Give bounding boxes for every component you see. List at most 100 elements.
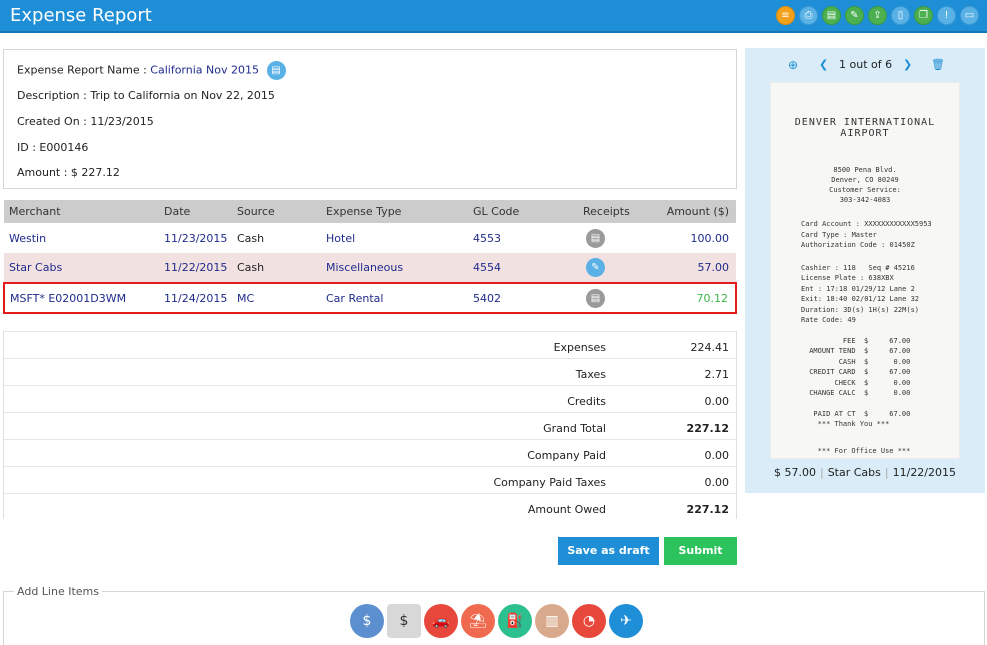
- totals-row-company-paid: Company Paid 0.00: [4, 439, 736, 466]
- cell-merchant: Star Cabs: [4, 253, 159, 283]
- cell-expense-type: Hotel: [326, 231, 356, 245]
- airplane-icon[interactable]: ✈: [609, 604, 643, 638]
- cell-gl-code: 4554: [468, 253, 578, 283]
- cell-source: Cash: [232, 253, 321, 283]
- table-row[interactable]: MSFT* E02001D3WM 11/24/2015 MC Car Renta…: [3, 282, 737, 314]
- report-name-row: Expense Report Name : California Nov 201…: [17, 61, 286, 80]
- company-paid-label: Company Paid: [527, 449, 606, 462]
- cell-expense-type: Miscellaneous: [321, 253, 468, 283]
- taxes-label: Taxes: [575, 368, 606, 381]
- pager-label: 1 out of 6: [839, 58, 893, 71]
- totals-row-company-paid-taxes: Company Paid Taxes 0.00: [4, 466, 736, 493]
- beach-icon[interactable]: ⛱: [461, 604, 495, 638]
- amount-owed-value: 227.12: [686, 503, 729, 516]
- comment-icon[interactable]: ▭: [960, 6, 979, 25]
- document-icon[interactable]: ▯: [891, 6, 910, 25]
- cell-merchant: Westin: [9, 231, 47, 245]
- copy-icon[interactable]: ❐: [914, 6, 933, 25]
- save-as-draft-button[interactable]: Save as draft: [558, 537, 659, 565]
- report-name-value: California Nov 2015: [150, 63, 259, 77]
- col-source[interactable]: Source: [232, 200, 321, 223]
- receipt-card-info: Card Account : XXXXXXXXXXXX5953 Card Typ…: [801, 220, 932, 249]
- receipt-summary: $ 57.00 | Star Cabs | 11/22/2015: [773, 466, 957, 479]
- edit-icon[interactable]: ✎: [845, 6, 864, 25]
- credits-label: Credits: [567, 395, 606, 408]
- report-id: ID : E000146: [17, 141, 89, 154]
- document-icon[interactable]: ▤: [266, 61, 286, 80]
- report-name-label: Expense Report Name :: [17, 63, 147, 77]
- totals-row-amount-owed: Amount Owed 227.12: [4, 493, 736, 519]
- receipt-office-use: *** For Office Use ***: [805, 446, 911, 455]
- receipt-title: DENVER INTERNATIONAL AIRPORT: [771, 117, 959, 139]
- report-created: Created On : 11/23/2015: [17, 115, 154, 128]
- trash-icon[interactable]: 🗑: [931, 58, 945, 71]
- next-icon[interactable]: ❯: [903, 58, 912, 71]
- cell-merchant: MSFT* E02001D3WM: [3, 282, 159, 314]
- receipt-date: 11/22/2015: [892, 466, 957, 479]
- cell-source: Cash: [237, 231, 265, 245]
- cell-source: MC: [232, 282, 321, 314]
- previous-icon[interactable]: ❮: [819, 58, 828, 71]
- col-date[interactable]: Date: [159, 200, 232, 223]
- zoom-in-icon[interactable]: ⊕: [788, 58, 798, 72]
- toolbar: ≡ ⎙ ▤ ✎ ⇪ ▯ ❐ ! ▭: [776, 6, 979, 25]
- col-receipts[interactable]: Receipts: [578, 200, 660, 223]
- cell-receipts: ▤: [578, 282, 660, 314]
- taxes-value: 2.71: [704, 368, 730, 381]
- cell-amount: 57.00: [660, 253, 736, 283]
- list-icon[interactable]: ≡: [776, 6, 795, 25]
- col-gl-code[interactable]: GL Code: [468, 200, 578, 223]
- table-header-row: Merchant Date Source Expense Type GL Cod…: [4, 200, 736, 223]
- receipt-image: DENVER INTERNATIONAL AIRPORT 8500 Pena B…: [770, 82, 960, 459]
- company-paid-taxes-value: 0.00: [704, 476, 730, 489]
- add-line-items-legend: Add Line Items: [14, 585, 102, 598]
- report-info-box: Expense Report Name : California Nov 201…: [3, 49, 737, 189]
- money-bag-icon[interactable]: $: [350, 604, 384, 638]
- col-expense-type[interactable]: Expense Type: [321, 200, 468, 223]
- totals-row-expenses: Expenses 224.41: [4, 331, 736, 358]
- category-icons: $ $ 🚗 ⛱ ⛽ ▥ ◔ ✈: [350, 604, 643, 638]
- grand-total-label: Grand Total: [543, 422, 606, 435]
- cell-receipts: ▤: [578, 223, 660, 253]
- receipt-merchant: Star Cabs: [827, 466, 881, 479]
- cell-receipts: ✎: [578, 253, 660, 283]
- receipt-amount: $ 57.00: [773, 466, 816, 479]
- cell-gl-code: 4553: [473, 231, 501, 245]
- table-row[interactable]: Star Cabs 11/22/2015 Cash Miscellaneous …: [4, 253, 736, 283]
- credits-value: 0.00: [704, 395, 730, 408]
- report-description: Description : Trip to California on Nov …: [17, 89, 275, 102]
- totals-row-grand-total: Grand Total 227.12: [4, 412, 736, 439]
- add-line-items-panel: Add Line Items $ $ 🚗 ⛱ ⛽ ▥ ◔ ✈: [3, 585, 985, 645]
- submit-button[interactable]: Submit: [664, 537, 737, 565]
- col-merchant[interactable]: Merchant: [4, 200, 159, 223]
- app-header: Expense Report ≡ ⎙ ▤ ✎ ⇪ ▯ ❐ ! ▭: [0, 0, 987, 33]
- receipt-icon[interactable]: ▤: [586, 288, 605, 308]
- receipt-calculator-icon[interactable]: $: [387, 604, 421, 638]
- company-paid-taxes-label: Company Paid Taxes: [493, 476, 606, 489]
- code-icon[interactable]: !: [937, 6, 956, 25]
- receipt-viewer: ⊕ ❮ 1 out of 6 ❯ 🗑 DENVER INTERNATIONAL …: [745, 48, 985, 493]
- cell-expense-type: Car Rental: [321, 282, 468, 314]
- receipt-ticket-info: Cashier : 118 Seq # 45216 License Plate …: [801, 263, 920, 325]
- cell-gl-code: 5402: [468, 282, 578, 314]
- cell-date: 11/24/2015: [159, 282, 232, 314]
- totals-row-credits: Credits 0.00: [4, 385, 736, 412]
- receipt-attached-icon[interactable]: ✎: [586, 258, 605, 277]
- print-icon[interactable]: ⎙: [799, 6, 818, 25]
- amount-owed-label: Amount Owed: [527, 503, 606, 516]
- export-icon[interactable]: ⇪: [868, 6, 887, 25]
- cell-date: 11/22/2015: [159, 253, 232, 283]
- fuel-icon[interactable]: ⛽: [498, 604, 532, 638]
- expenses-value: 224.41: [690, 341, 730, 354]
- receipt-title-line-2: AIRPORT: [840, 128, 890, 139]
- car-icon[interactable]: 🚗: [424, 604, 458, 638]
- receipt-icon[interactable]: ▤: [586, 228, 605, 248]
- page-title: Expense Report: [10, 5, 152, 26]
- gauge-icon[interactable]: ◔: [572, 604, 606, 638]
- col-amount[interactable]: Amount ($): [660, 200, 736, 223]
- table-icon[interactable]: ▤: [822, 6, 841, 25]
- hotel-icon[interactable]: ▥: [535, 604, 569, 638]
- expenses-label: Expenses: [553, 341, 606, 354]
- table-row[interactable]: Westin 11/23/2015 Cash Hotel 4553 ▤ 100.…: [4, 223, 736, 253]
- company-paid-value: 0.00: [704, 449, 730, 462]
